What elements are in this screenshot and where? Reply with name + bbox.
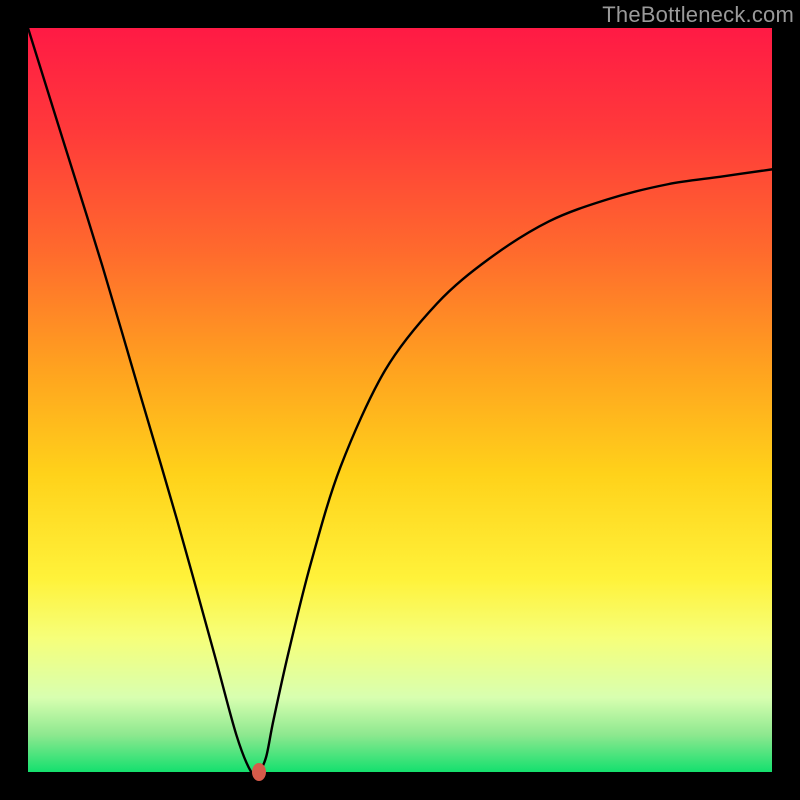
watermark-text: TheBottleneck.com — [602, 2, 794, 28]
optimum-marker — [252, 763, 266, 781]
plot-area — [28, 28, 772, 772]
bottleneck-curve — [28, 28, 772, 772]
curve-path — [28, 28, 772, 772]
chart-frame: TheBottleneck.com — [0, 0, 800, 800]
